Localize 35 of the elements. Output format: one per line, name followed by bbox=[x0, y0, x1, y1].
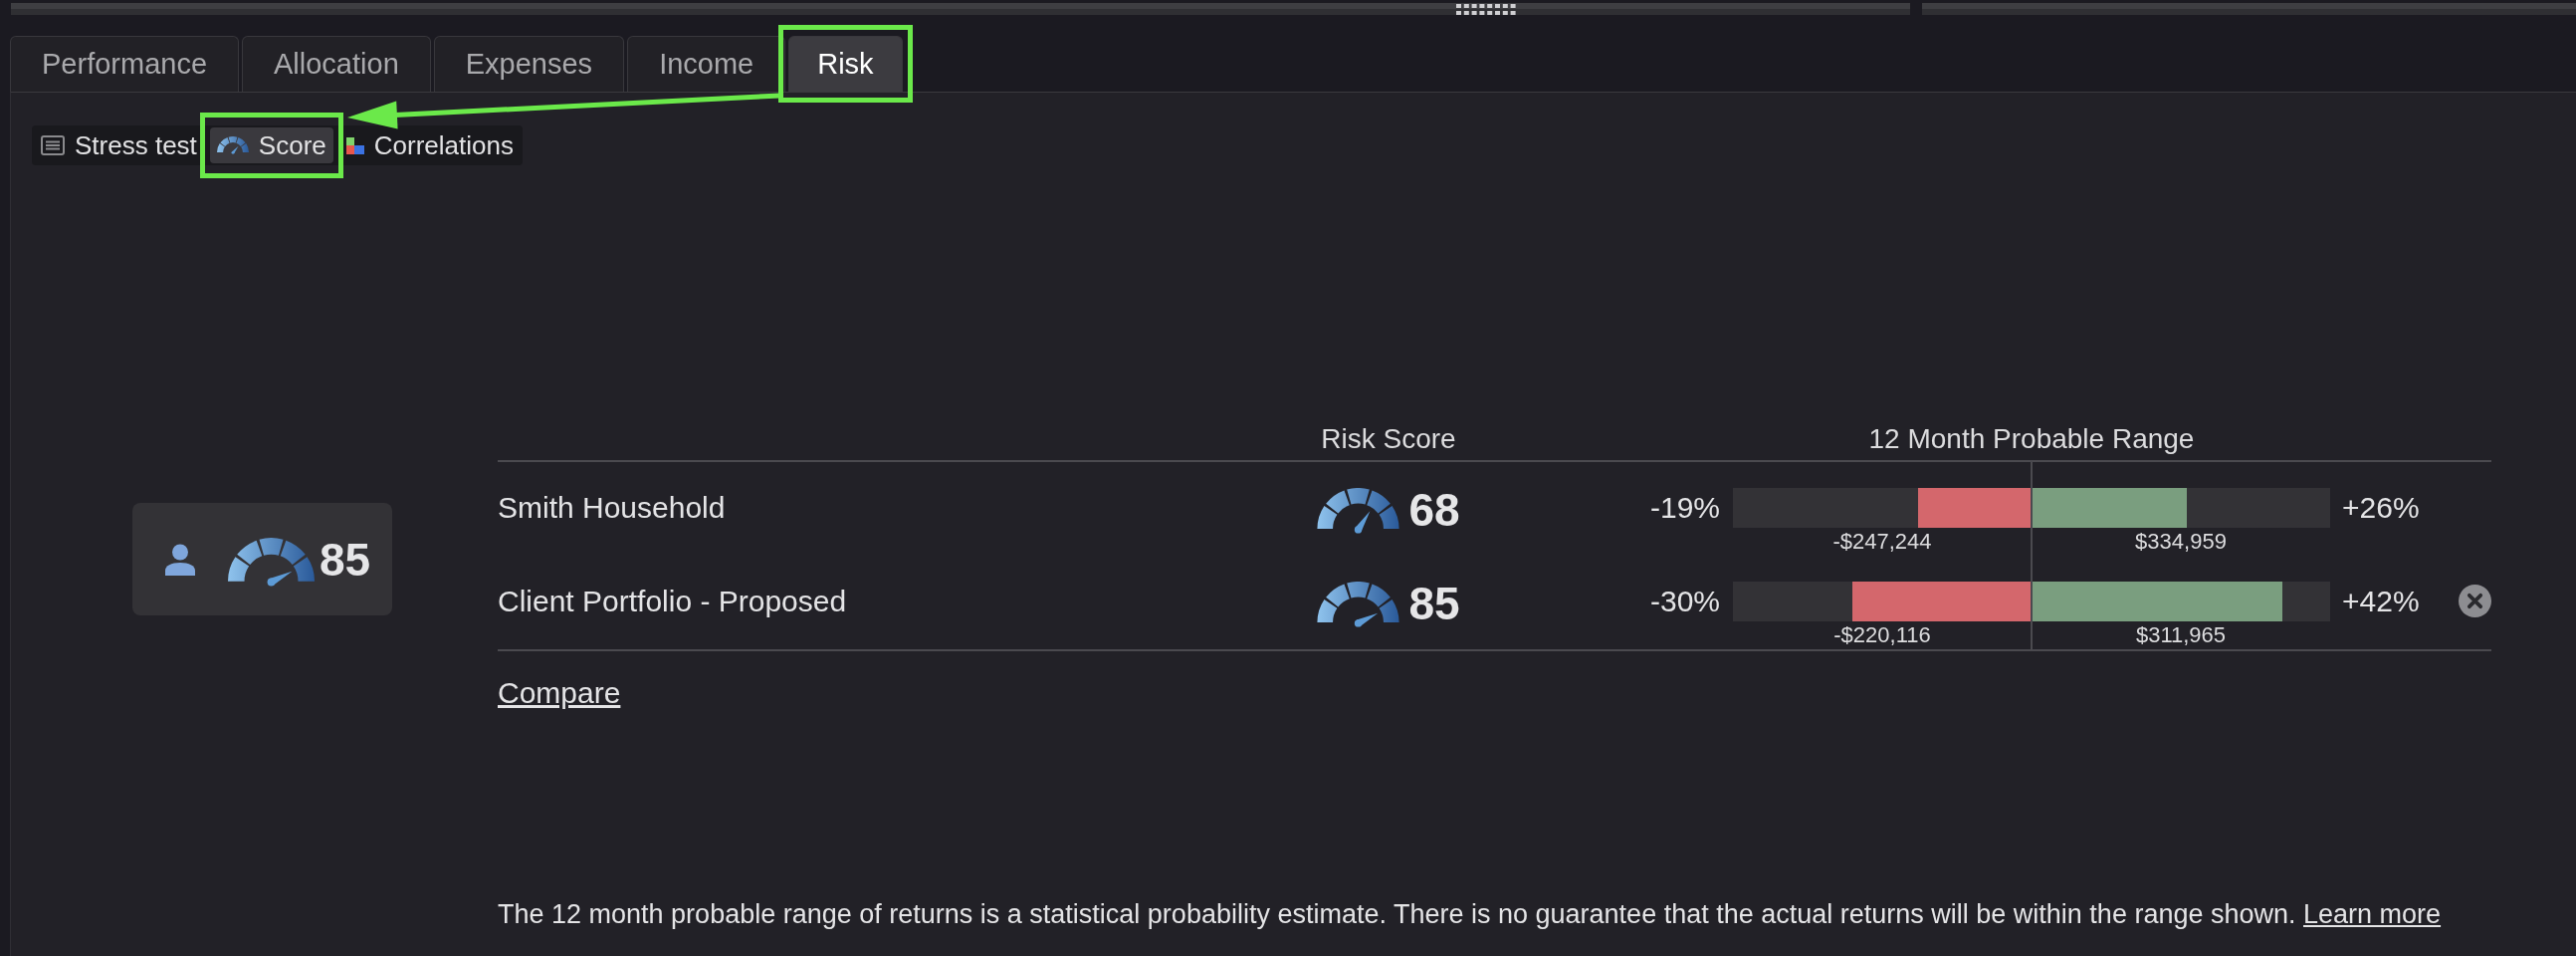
tab[interactable]: Expenses bbox=[433, 36, 625, 92]
risk-score: 85 bbox=[320, 534, 371, 585]
subtab[interactable]: Correlations bbox=[338, 127, 521, 163]
subtab[interactable]: Score bbox=[209, 127, 333, 163]
gauge-icon bbox=[1317, 487, 1400, 534]
upside-amount: $311,965 bbox=[2135, 621, 2227, 649]
list-icon bbox=[41, 135, 65, 155]
risk-score: 85 bbox=[1408, 581, 1460, 627]
gauge-icon bbox=[1317, 581, 1400, 627]
downside-amount: -$247,244 bbox=[1832, 528, 1932, 556]
downside-percent: -30% bbox=[1649, 584, 1720, 619]
downside-amount: -$220,116 bbox=[1833, 621, 1931, 649]
portfolio-name: Smith Household bbox=[498, 490, 726, 526]
column-header: 12 Month Probable Range bbox=[1867, 422, 2196, 456]
gauge-icon bbox=[216, 136, 249, 154]
gauge-icon bbox=[228, 538, 315, 587]
drag-handle-icon[interactable] bbox=[1456, 3, 1516, 15]
tab[interactable]: Risk bbox=[788, 36, 903, 92]
column-header: Risk Score bbox=[1320, 422, 1457, 456]
learn-more-link[interactable]: Learn more bbox=[2303, 899, 2442, 929]
compare-link[interactable]: Compare bbox=[498, 675, 621, 711]
color-blocks-icon bbox=[345, 136, 364, 154]
tab[interactable]: Income bbox=[627, 36, 786, 92]
tab[interactable]: Allocation bbox=[242, 36, 431, 92]
downside-percent: -19% bbox=[1649, 490, 1720, 526]
upside-amount: $334,959 bbox=[2135, 528, 2227, 556]
risk-score: 68 bbox=[1408, 487, 1460, 534]
person-icon bbox=[164, 543, 196, 576]
disclaimer-text: The 12 month probable range of returns is a statistical probability estimate. There is no guarantee that the actual returns will be within the range shown. Learn more bbox=[498, 898, 2443, 931]
portfolio-name: Client Portfolio - Proposed bbox=[498, 584, 847, 619]
upside-percent: +42% bbox=[2342, 584, 2420, 619]
close-icon[interactable] bbox=[2459, 585, 2491, 617]
subtab[interactable]: Stress test bbox=[34, 127, 204, 163]
tab[interactable]: Performance bbox=[10, 36, 239, 92]
upside-percent: +26% bbox=[2342, 490, 2420, 526]
